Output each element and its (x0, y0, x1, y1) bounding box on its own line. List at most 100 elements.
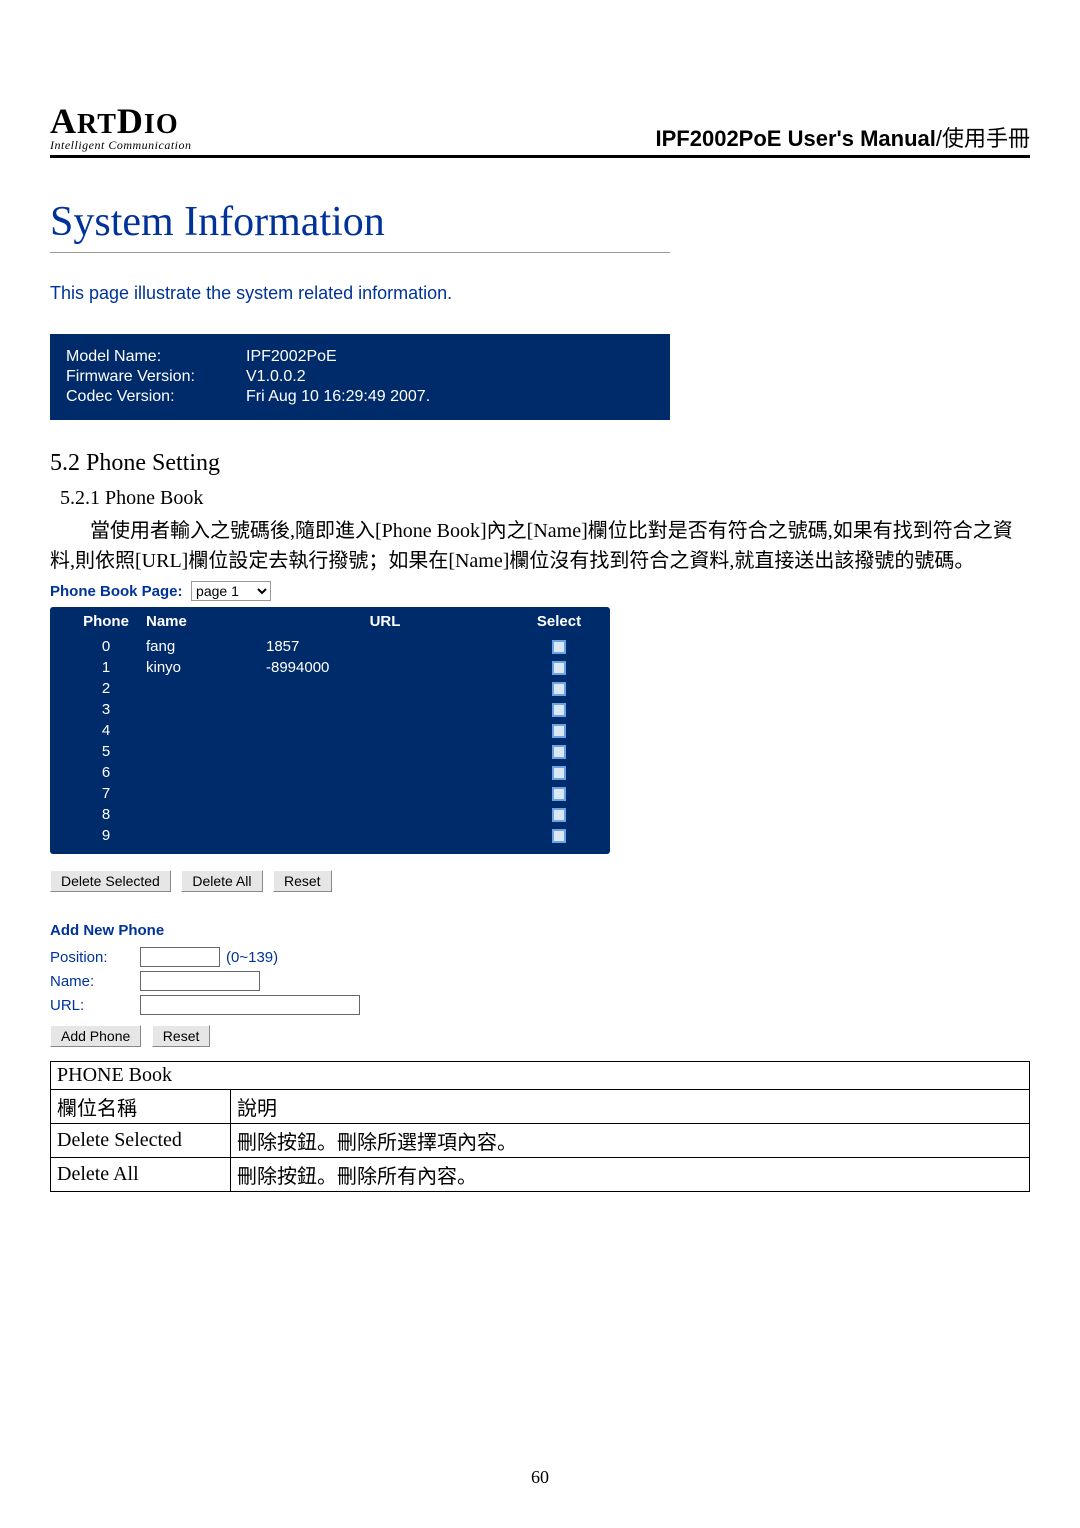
section-5-2-1-heading: 5.2.1 Phone Book (60, 487, 1030, 510)
select-checkbox[interactable] (552, 661, 566, 675)
table-row: 5 (50, 741, 610, 762)
select-checkbox[interactable] (552, 808, 566, 822)
reset-add-button[interactable]: Reset (152, 1025, 211, 1047)
add-name-input[interactable] (140, 971, 260, 991)
model-name-value: IPF2002PoE (246, 348, 337, 366)
cell-phone: 5 (66, 743, 146, 760)
select-checkbox[interactable] (552, 829, 566, 843)
system-info-heading: System Information (50, 198, 670, 253)
brand-logo-block: ARTDIO Intelligent Communication (50, 100, 191, 153)
cell-name: kinyo (146, 659, 246, 676)
cell-phone: 8 (66, 806, 146, 823)
cell-select (524, 638, 594, 655)
table-row: 3 (50, 699, 610, 720)
delete-all-button[interactable]: Delete All (181, 870, 262, 892)
reset-button[interactable]: Reset (273, 870, 332, 892)
explain-cell-name: Delete Selected (51, 1124, 231, 1158)
cell-select (524, 806, 594, 823)
add-phone-buttons: Add Phone Reset (50, 1025, 1030, 1047)
select-checkbox[interactable] (552, 787, 566, 801)
add-phone-button[interactable]: Add Phone (50, 1025, 141, 1047)
select-checkbox[interactable] (552, 766, 566, 780)
explain-title: PHONE Book (51, 1062, 1030, 1090)
phone-book-page-select[interactable]: page 1 (191, 581, 271, 601)
cell-select (524, 701, 594, 718)
table-row: 1kinyo-8994000 (50, 657, 610, 678)
page-number: 60 (0, 1467, 1080, 1488)
select-checkbox[interactable] (552, 682, 566, 696)
add-url-input[interactable] (140, 995, 360, 1015)
cell-select (524, 659, 594, 676)
add-position-hint: (0~139) (226, 949, 278, 966)
manual-title-bold: IPF2002PoE User's Manual (656, 126, 936, 151)
add-position-input[interactable] (140, 947, 220, 967)
col-url-header: URL (246, 613, 524, 630)
add-position-label: Position: (50, 949, 140, 966)
explain-cell-name: Delete All (51, 1158, 231, 1192)
phone-book-page-label: Phone Book Page: (50, 583, 183, 600)
table-row: 8 (50, 804, 610, 825)
codec-version-value: Fri Aug 10 16:29:49 2007. (246, 388, 430, 406)
cell-phone: 7 (66, 785, 146, 802)
brand-tagline: Intelligent Communication (50, 138, 191, 153)
cell-phone: 1 (66, 659, 146, 676)
col-phone-header: Phone (66, 613, 146, 630)
cell-select (524, 743, 594, 760)
manual-title-suffix: /使用手冊 (936, 126, 1030, 151)
table-row: 2 (50, 678, 610, 699)
col-select-header: Select (524, 613, 594, 630)
table-row: 6 (50, 762, 610, 783)
system-info-desc: This page illustrate the system related … (50, 283, 1030, 304)
add-url-row: URL: (50, 995, 1030, 1015)
cell-phone: 3 (66, 701, 146, 718)
page-header: ARTDIO Intelligent Communication IPF2002… (50, 100, 1030, 158)
add-new-phone-heading: Add New Phone (50, 922, 1030, 939)
phone-book-paragraph: 當使用者輸入之號碼後,隨即進入[Phone Book]內之[Name]欄位比對是… (50, 516, 1030, 576)
model-name-label: Model Name: (66, 348, 246, 366)
cell-name: fang (146, 638, 246, 655)
explain-header-row: 欄位名稱 說明 (51, 1090, 1030, 1124)
cell-select (524, 785, 594, 802)
explain-cell-desc: 刪除按鈕。刪除所有內容。 (231, 1158, 1030, 1192)
add-name-row: Name: (50, 971, 1030, 991)
cell-url: -8994000 (246, 659, 524, 676)
cell-url: 1857 (246, 638, 524, 655)
cell-select (524, 827, 594, 844)
select-checkbox[interactable] (552, 703, 566, 717)
cell-phone: 6 (66, 764, 146, 781)
phone-book-buttons: Delete Selected Delete All Reset (50, 870, 1030, 892)
table-row: 0fang1857 (50, 636, 610, 657)
add-url-label: URL: (50, 997, 140, 1014)
codec-version-row: Codec Version: Fri Aug 10 16:29:49 2007. (66, 388, 654, 406)
section-5-2-heading: 5.2 Phone Setting (50, 450, 1030, 477)
add-position-row: Position: (0~139) (50, 947, 1030, 967)
cell-phone: 2 (66, 680, 146, 697)
explain-row: Delete All 刪除按鈕。刪除所有內容。 (51, 1158, 1030, 1192)
table-row: 4 (50, 720, 610, 741)
explain-table: PHONE Book 欄位名稱 說明 Delete Selected 刪除按鈕。… (50, 1061, 1030, 1192)
select-checkbox[interactable] (552, 745, 566, 759)
table-row: 9 (50, 825, 610, 846)
firmware-version-label: Firmware Version: (66, 368, 246, 386)
brand-logo: ARTDIO (50, 100, 191, 142)
cell-phone: 4 (66, 722, 146, 739)
cell-select (524, 722, 594, 739)
explain-col-desc-header: 說明 (231, 1090, 1030, 1124)
system-info-box: Model Name: IPF2002PoE Firmware Version:… (50, 334, 670, 420)
select-checkbox[interactable] (552, 640, 566, 654)
firmware-version-row: Firmware Version: V1.0.0.2 (66, 368, 654, 386)
select-checkbox[interactable] (552, 724, 566, 738)
col-name-header: Name (146, 613, 246, 630)
add-name-label: Name: (50, 973, 140, 990)
codec-version-label: Codec Version: (66, 388, 246, 406)
model-name-row: Model Name: IPF2002PoE (66, 348, 654, 366)
explain-cell-desc: 刪除按鈕。刪除所選擇項內容。 (231, 1124, 1030, 1158)
phone-book-page-row: Phone Book Page: page 1 (50, 580, 1030, 601)
firmware-version-value: V1.0.0.2 (246, 368, 306, 386)
manual-title: IPF2002PoE User's Manual/使用手冊 (656, 121, 1030, 153)
table-header-row: Phone Name URL Select (50, 611, 610, 636)
delete-selected-button[interactable]: Delete Selected (50, 870, 171, 892)
explain-col-name-header: 欄位名稱 (51, 1090, 231, 1124)
cell-select (524, 680, 594, 697)
cell-phone: 9 (66, 827, 146, 844)
